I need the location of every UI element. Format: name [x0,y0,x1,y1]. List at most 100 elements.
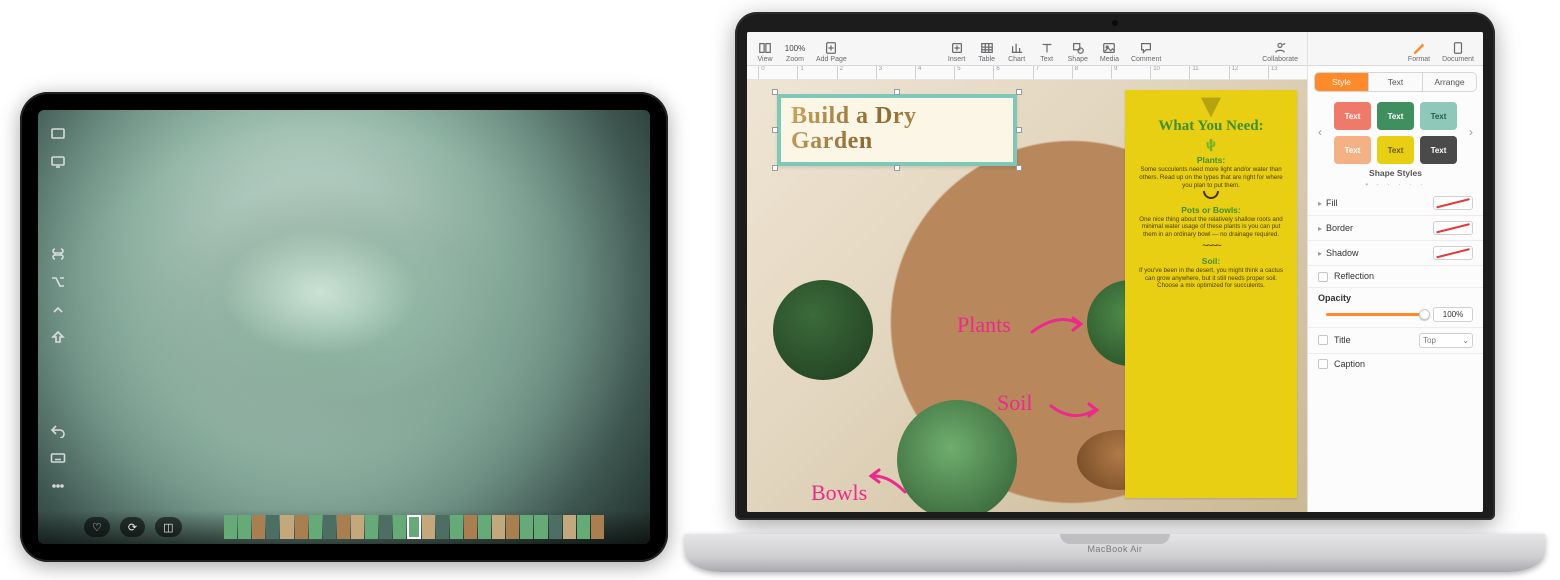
camera-dot [1112,20,1118,26]
info-soil-text: If you've been in the desert, you might … [1137,267,1285,290]
reflection-checkbox[interactable] [1318,272,1328,282]
plant-photo [773,280,873,380]
fill-row[interactable]: ▸ Fill [1308,191,1483,215]
fill-label: Fill [1326,198,1338,208]
annotation-soil[interactable]: Soil [997,390,1032,416]
border-swatch[interactable] [1433,221,1473,235]
format-inspector: Format Document Style Text Arrange ‹ Tex… [1307,32,1483,512]
info-plants-heading: Plants: [1133,155,1289,165]
insert-button[interactable]: Insert [945,41,969,63]
page-dots: • · · · · · [1308,180,1483,189]
favorite-button[interactable]: ♡ [84,517,110,537]
format-button[interactable]: Format [1405,41,1433,63]
fill-swatch[interactable] [1433,196,1473,210]
ipad-screen: ♡ ⟳ ◫ [38,110,650,544]
opacity-value[interactable]: 100% [1433,307,1473,322]
border-label: Border [1326,223,1353,233]
style-swatch[interactable]: Text [1420,102,1457,130]
macbook-screen-frame: View 100% Zoom Add Page Insert Table Cha… [735,12,1495,520]
zoom-menu[interactable]: 100% Zoom [783,41,807,63]
document-button[interactable]: Document [1439,41,1477,63]
comment-button[interactable]: Comment [1128,41,1164,63]
arrow-down-icon: ▼ [1133,96,1289,116]
pages-toolbar: View 100% Zoom Add Page Insert Table Cha… [747,32,1307,66]
control-icon[interactable] [38,296,78,324]
macbook-device: View 100% Zoom Add Page Insert Table Cha… [685,12,1545,572]
cactus-icon: 🌵 [1133,139,1289,151]
caption-checkbox[interactable] [1318,359,1328,369]
chart-button[interactable]: Chart [1005,41,1029,63]
border-row[interactable]: ▸ Border [1308,215,1483,240]
disclosure-icon[interactable]: ▸ [1318,249,1322,258]
title-position-dropdown[interactable]: Top⌄ [1419,333,1473,348]
pages-workarea: View 100% Zoom Add Page Insert Table Cha… [747,32,1307,512]
info-pots-text: One nice thing about the relatively shal… [1137,216,1285,239]
style-swatch[interactable]: Text [1334,102,1371,130]
title-text[interactable]: Build a Dry Garden [791,104,1003,154]
title-row[interactable]: Title Top⌄ [1308,327,1483,353]
info-pots-heading: Pots or Bowls: [1133,205,1289,215]
more-icon[interactable] [38,472,78,500]
shape-styles-label: Shape Styles [1308,168,1483,178]
info-heading: What You Need: [1133,118,1289,135]
view-button[interactable]: View [753,41,777,63]
photos-touchbar: ♡ ⟳ ◫ [38,510,650,544]
tab-arrange[interactable]: Arrange [1422,73,1476,91]
shape-button[interactable]: Shape [1065,41,1091,63]
macbook-notch [1060,534,1170,544]
caption-label: Caption [1334,359,1365,369]
soil-icon: ~~~~ [1133,240,1289,252]
shadow-row[interactable]: ▸ Shadow [1308,240,1483,265]
command-icon[interactable] [38,240,78,268]
tab-text[interactable]: Text [1368,73,1422,91]
display-icon[interactable] [38,148,78,176]
collaborate-button[interactable]: Collaborate [1259,41,1301,63]
text-button[interactable]: Text [1035,41,1059,63]
option-icon[interactable] [38,268,78,296]
add-page-button[interactable]: Add Page [813,41,850,63]
info-plants-text: Some succulents need more light and/or w… [1137,166,1285,189]
table-button[interactable]: Table [975,41,999,63]
reflection-label: Reflection [1334,271,1374,281]
annotation-bowls[interactable]: Bowls [811,480,867,506]
rotate-button[interactable]: ⟳ [120,517,145,537]
style-swatch[interactable]: Text [1377,102,1414,130]
caption-row[interactable]: Caption [1308,353,1483,375]
ipad-device: ♡ ⟳ ◫ [20,92,668,562]
inspector-tabs[interactable]: Style Text Arrange [1314,72,1477,92]
fullscreen-icon[interactable] [38,120,78,148]
undo-icon[interactable] [38,416,78,444]
tab-style[interactable]: Style [1315,73,1368,91]
info-soil-heading: Soil: [1133,256,1289,266]
document-canvas[interactable]: Build a Dry Garden Plants Soil Bowls [747,80,1307,512]
horizontal-ruler[interactable]: 0 1 2 3 4 5 6 7 8 9 10 11 12 13 [747,66,1307,80]
macbook-base: MacBook Air [685,534,1545,572]
crop-button[interactable]: ◫ [155,517,181,537]
shift-icon[interactable] [38,324,78,352]
annotation-plants[interactable]: Plants [957,312,1011,338]
media-button[interactable]: Media [1097,41,1122,63]
title-label: Title [1334,335,1351,345]
keyboard-icon[interactable] [38,444,78,472]
shadow-swatch[interactable] [1433,246,1473,260]
photo-succulent [38,110,650,544]
bowl-icon [1203,191,1219,199]
sidecar-sidebar [38,110,78,510]
plant-photo [897,400,1017,512]
opacity-row: Opacity 100% [1308,287,1483,327]
opacity-slider[interactable] [1326,313,1425,316]
photo-filmstrip[interactable] [224,515,604,539]
reflection-row[interactable]: Reflection [1308,265,1483,287]
title-checkbox[interactable] [1318,335,1328,345]
chevron-right-icon[interactable]: › [1465,123,1477,141]
style-swatch[interactable]: Text [1377,136,1414,164]
disclosure-icon[interactable]: ▸ [1318,199,1322,208]
title-text-box[interactable]: Build a Dry Garden [777,94,1017,166]
shadow-label: Shadow [1326,248,1359,258]
style-swatch[interactable]: Text [1334,136,1371,164]
info-card[interactable]: ▼ What You Need: 🌵 Plants: Some succulen… [1125,90,1297,498]
chevron-left-icon[interactable]: ‹ [1314,123,1326,141]
opacity-label: Opacity [1318,293,1473,303]
style-swatch[interactable]: Text [1420,136,1457,164]
disclosure-icon[interactable]: ▸ [1318,224,1322,233]
